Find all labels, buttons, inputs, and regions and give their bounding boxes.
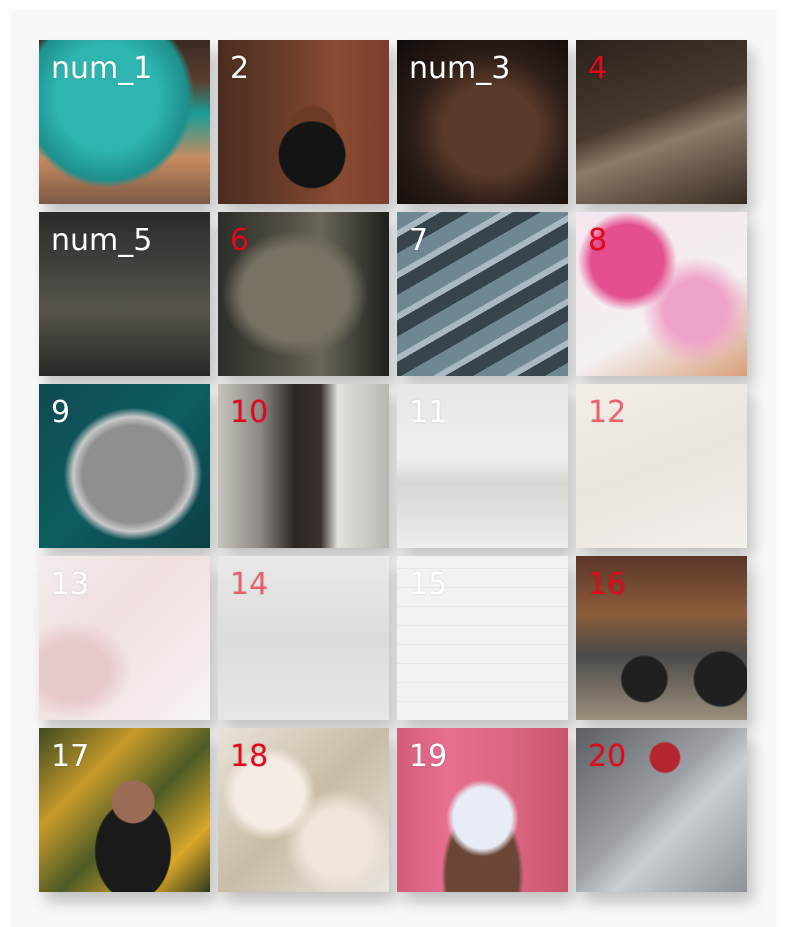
photo-tile-18[interactable]: 18 [218, 728, 389, 892]
photo-tile-11[interactable]: 11 [397, 384, 568, 548]
tile-label: 8 [588, 223, 608, 258]
photo-tile-5[interactable]: num_5 [39, 212, 210, 376]
photo-tile-6[interactable]: 6 [218, 212, 389, 376]
tile-label: 2 [230, 51, 250, 86]
tile-label: num_3 [409, 51, 511, 86]
photo-tile-7[interactable]: 7 [397, 212, 568, 376]
tile-label: 6 [230, 223, 250, 258]
tile-label: 11 [409, 395, 448, 430]
tile-label: 16 [588, 567, 627, 602]
tile-label: 4 [588, 51, 608, 86]
tile-label: 17 [51, 739, 90, 774]
tile-label: 15 [409, 567, 448, 602]
photo-tile-16[interactable]: 16 [576, 556, 747, 720]
tile-label: num_5 [51, 223, 153, 258]
gallery-panel: num_1 2 num_3 4 num_5 6 7 8 9 10 11 12 1… [10, 10, 777, 927]
photo-tile-15[interactable]: 15 [397, 556, 568, 720]
photo-tile-17[interactable]: 17 [39, 728, 210, 892]
photo-tile-9[interactable]: 9 [39, 384, 210, 548]
photo-tile-20[interactable]: 20 [576, 728, 747, 892]
photo-tile-4[interactable]: 4 [576, 40, 747, 204]
photo-tile-3[interactable]: num_3 [397, 40, 568, 204]
tile-label: num_1 [51, 51, 153, 86]
tile-label: 20 [588, 739, 627, 774]
photo-tile-13[interactable]: 13 [39, 556, 210, 720]
tile-label: 7 [409, 223, 429, 258]
photo-tile-1[interactable]: num_1 [39, 40, 210, 204]
tile-label: 12 [588, 395, 627, 430]
tile-label: 19 [409, 739, 448, 774]
image-grid: num_1 2 num_3 4 num_5 6 7 8 9 10 11 12 1… [39, 40, 747, 892]
tile-label: 18 [230, 739, 269, 774]
photo-tile-12[interactable]: 12 [576, 384, 747, 548]
photo-tile-2[interactable]: 2 [218, 40, 389, 204]
photo-tile-8[interactable]: 8 [576, 212, 747, 376]
photo-tile-10[interactable]: 10 [218, 384, 389, 548]
tile-label: 9 [51, 395, 71, 430]
tile-label: 14 [230, 567, 269, 602]
photo-tile-14[interactable]: 14 [218, 556, 389, 720]
tile-label: 10 [230, 395, 269, 430]
tile-label: 13 [51, 567, 90, 602]
photo-tile-19[interactable]: 19 [397, 728, 568, 892]
